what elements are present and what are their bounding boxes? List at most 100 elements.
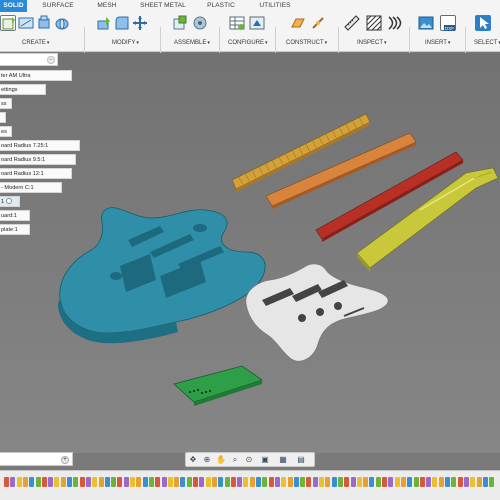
browser-item-settings[interactable]: ettings [0,84,46,95]
viewports-icon[interactable]: ▤ [296,455,306,465]
browser-options-icon[interactable]: – [47,56,55,64]
timeline-feature-icon[interactable] [199,477,205,487]
radio-icon[interactable] [6,198,13,204]
select-menu[interactable]: SELECT▾ [474,40,500,46]
zebra-icon[interactable] [386,15,402,31]
timeline-feature-icon[interactable] [337,477,343,487]
extrude-icon[interactable] [36,15,52,31]
timeline-feature-icon[interactable] [16,477,22,487]
timeline-feature-icon[interactable] [476,477,482,487]
tab-mesh[interactable]: MESH [96,0,118,12]
timeline-feature-icon[interactable] [482,477,488,487]
timeline-feature-icon[interactable] [382,477,387,487]
timeline-feature-icon[interactable] [167,477,173,487]
timeline-feature-icon[interactable] [142,477,148,487]
inspect-menu[interactable]: INSPECT▾ [357,40,387,46]
timeline-feature-icon[interactable] [438,477,444,487]
timeline-feature-icon[interactable] [268,477,274,487]
comments-panel[interactable]: + [0,452,73,466]
fit-icon[interactable]: ⊙ [244,455,254,465]
timeline-feature-icon[interactable] [262,477,268,487]
timeline-feature-icon[interactable] [300,477,306,487]
insert-image-icon[interactable] [418,15,434,31]
orbit-icon[interactable]: ✥ [188,455,198,465]
timeline-feature-icon[interactable] [281,477,287,487]
timeline-feature-icon[interactable] [224,477,230,487]
browser-item-radius-725[interactable]: oard Radius 7.25:1 [0,140,80,151]
timeline-feature-icon[interactable] [180,477,186,487]
timeline-feature-icon[interactable] [29,477,35,487]
timeline-feature-icon[interactable] [123,477,129,487]
timeline-feature-icon[interactable] [419,477,425,487]
timeline-feature-icon[interactable] [48,477,54,487]
timeline-feature-icon[interactable] [218,477,224,487]
timeline-feature-icon[interactable] [331,477,337,487]
timeline-feature-icon[interactable] [148,477,154,487]
fillet-icon[interactable] [114,15,130,31]
timeline-feature-icon[interactable] [136,477,142,487]
tab-surface[interactable]: SURFACE [41,0,75,12]
zoom-icon[interactable]: ⌕ [230,455,240,465]
timeline-feature-icon[interactable] [22,477,28,487]
timeline-feature-icon[interactable] [73,477,79,487]
timeline-feature-icon[interactable] [426,477,432,487]
measure-icon[interactable] [344,15,360,31]
timeline-feature-icon[interactable] [117,477,123,487]
timeline-feature-icon[interactable] [293,477,299,487]
timeline-feature-icon[interactable] [4,477,9,487]
new-component-icon[interactable] [0,15,16,31]
timeline-feature-icon[interactable] [388,477,394,487]
timeline-feature-icon[interactable] [319,477,324,487]
model-scene[interactable] [0,53,500,453]
timeline-feature-icon[interactable] [375,477,381,487]
canvas-viewport[interactable] [0,53,500,453]
browser-item-radius-12[interactable]: oard Radius 12:1 [0,168,72,179]
create-menu[interactable]: CREATE▾ [22,40,49,46]
move-icon[interactable] [132,15,148,31]
timeline-feature-icon[interactable] [256,477,261,487]
timeline-feature-icon[interactable] [85,477,91,487]
modify-menu[interactable]: MODIFY▾ [112,40,139,46]
timeline-feature-icon[interactable] [451,477,457,487]
browser-item-selected[interactable]: 1 [0,196,20,207]
timeline-feature-icon[interactable] [92,477,98,487]
timeline-feature-icon[interactable] [79,477,85,487]
add-comment-icon[interactable]: + [61,456,69,464]
timeline-feature-icon[interactable] [130,477,135,487]
browser-item-plate[interactable]: plate:1 [0,224,30,235]
timeline-feature-icon[interactable] [111,477,117,487]
browser-item-root[interactable]: ter AM Ultra [0,70,72,81]
timeline-feature-icon[interactable] [230,477,236,487]
timeline-feature-icon[interactable] [394,477,400,487]
timeline-feature-icon[interactable] [67,477,72,487]
look-at-icon[interactable]: ✋ [216,455,226,465]
timeline-feature-icon[interactable] [243,477,249,487]
timeline-feature-icon[interactable] [325,477,331,487]
press-pull-icon[interactable] [96,15,112,31]
section-analysis-icon[interactable] [366,15,382,31]
timeline-feature-icon[interactable] [306,477,312,487]
timeline-feature-icon[interactable] [249,477,255,487]
timeline-feature-icon[interactable] [445,477,450,487]
timeline-feature-icon[interactable] [356,477,362,487]
timeline-feature-icon[interactable] [54,477,60,487]
timeline-feature-icon[interactable] [155,477,161,487]
timeline-feature-icon[interactable] [10,477,16,487]
timeline-feature-icon[interactable] [237,477,243,487]
tab-solid[interactable]: SOLID [0,0,27,12]
timeline-feature-icon[interactable] [174,477,180,487]
timeline-feature-icon[interactable] [211,477,217,487]
timeline-feature-icon[interactable] [363,477,369,487]
tab-sheet-metal[interactable]: SHEET METAL [140,0,186,12]
revolve-icon[interactable] [54,15,70,31]
browser-panel-header[interactable]: – [0,53,58,66]
browser-item-5[interactable]: es [0,126,12,137]
timeline-feature-icon[interactable] [407,477,413,487]
timeline-feature-icon[interactable] [60,477,66,487]
browser-item-modern-c[interactable]: - Modern C:1 [0,182,62,193]
insert-menu[interactable]: INSERT▾ [425,40,450,46]
joint-icon[interactable] [192,15,208,31]
timeline-feature-icon[interactable] [470,477,476,487]
timeline-feature-icon[interactable] [432,477,438,487]
tab-plastic[interactable]: PLASTIC [207,0,235,12]
